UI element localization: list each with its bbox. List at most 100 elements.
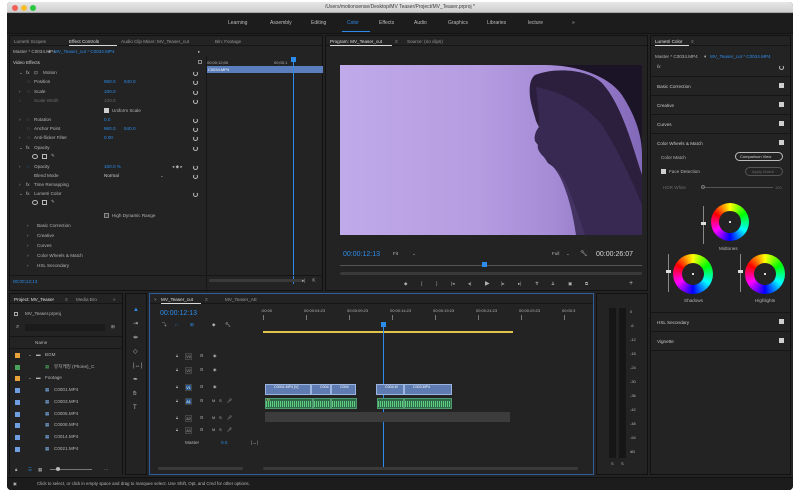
panel-menu-icon[interactable]: ≡: [691, 39, 694, 44]
clip-bar[interactable]: C0034.MP4: [206, 66, 323, 73]
audio-clip-muted[interactable]: [265, 412, 510, 422]
sequence-clip-label[interactable]: MV_Teaser_cut * C0034.MP4: [54, 49, 115, 54]
lock-icon[interactable]: 🔒︎: [176, 367, 178, 372]
track-target-toggle[interactable]: V3: [185, 353, 192, 360]
sync-lock-icon[interactable]: ⊟: [200, 415, 203, 420]
fx-icon[interactable]: fx: [26, 70, 30, 75]
position-x-value[interactable]: 960.0: [104, 79, 116, 84]
label-color-swatch[interactable]: [15, 353, 20, 358]
creative-checkbox[interactable]: [779, 102, 784, 107]
reset-lumetri-icon[interactable]: [779, 65, 784, 70]
video-clip[interactable]: C004.M: [376, 384, 404, 395]
mark-in-icon[interactable]: {: [421, 281, 423, 286]
microphone-icon[interactable]: 🎤︎: [227, 427, 232, 432]
lock-icon[interactable]: 🔒︎: [176, 415, 178, 420]
search-icon[interactable]: ⌕: [16, 324, 19, 331]
opacity-disclosure-icon[interactable]: ⌄: [19, 145, 23, 151]
marker-icon[interactable]: ◆: [404, 281, 408, 287]
program-zoom-bar[interactable]: [340, 272, 642, 275]
fx-toggle-icon[interactable]: fx: [657, 64, 661, 69]
nest-toggle-icon[interactable]: ⤵: [162, 322, 167, 328]
stopwatch-icon[interactable]: ◌: [27, 79, 30, 84]
label-color-swatch[interactable]: [15, 399, 20, 405]
mute-button[interactable]: M: [212, 427, 215, 432]
chevron-down-icon[interactable]: ▾: [704, 54, 706, 60]
label-color-swatch[interactable]: [15, 388, 20, 394]
comparison-view-button[interactable]: Comparison View: [735, 152, 783, 161]
section-expand-icon[interactable]: ›: [27, 243, 29, 248]
export-frame-icon[interactable]: ⇱: [312, 278, 316, 284]
audio-clip[interactable]: [404, 398, 452, 409]
solo-button[interactable]: S: [219, 427, 222, 432]
lock-icon[interactable]: 🔒︎: [15, 467, 17, 472]
lock-icon[interactable]: 🔒︎: [176, 398, 178, 403]
section-expand-icon[interactable]: ›: [27, 253, 29, 258]
lum-section-hsl-secondary[interactable]: HSL Secondary: [657, 320, 689, 325]
ellipse-mask-icon[interactable]: [32, 200, 38, 205]
close-icon[interactable]: ×: [154, 297, 157, 302]
fx-icon[interactable]: fx: [26, 145, 30, 150]
quality-select[interactable]: Full: [552, 251, 559, 256]
extract-icon[interactable]: ⇊: [551, 281, 555, 287]
lumetri-clip-label[interactable]: MV_Teaser_cut * C0034.MP4: [710, 54, 771, 59]
stopwatch-icon[interactable]: ◌: [27, 126, 30, 131]
solo-left-button[interactable]: S: [611, 461, 614, 466]
reset-antiflicker-icon[interactable]: [193, 136, 198, 141]
ec-section-curves[interactable]: Curves: [37, 243, 52, 248]
effect-controls-timecode[interactable]: 00;00;12;13: [13, 279, 37, 284]
panel-menu-icon[interactable]: ≡: [65, 297, 68, 302]
reset-rotation-icon[interactable]: [193, 118, 198, 123]
list-item[interactable]: ▦ C0005.MP4: [10, 410, 122, 420]
step-back-icon[interactable]: ◂|: [468, 281, 472, 287]
solo-button[interactable]: S: [219, 415, 222, 420]
audio-clip[interactable]: [265, 398, 313, 409]
reset-opacity-icon[interactable]: [193, 146, 198, 151]
hand-tool-icon[interactable]: ✋︎: [133, 391, 136, 397]
mute-button[interactable]: M: [212, 415, 215, 420]
lock-icon[interactable]: 🔒︎: [176, 353, 178, 358]
go-to-in-icon[interactable]: |◂: [451, 281, 455, 287]
chevron-down-icon[interactable]: ⌄: [412, 251, 416, 257]
scale-expand-icon[interactable]: ›: [19, 89, 21, 94]
ec-section-creative[interactable]: Creative: [37, 233, 54, 238]
sync-lock-icon[interactable]: ⊟: [200, 384, 203, 389]
track-select-tool-icon[interactable]: ⇥: [133, 321, 138, 327]
list-item[interactable]: ▦ 뮤지케잉 (Phone)_C: [10, 363, 122, 373]
pen-mask-icon[interactable]: ✎: [51, 199, 55, 205]
audio-clip[interactable]: [313, 398, 331, 409]
hsl-secondary-checkbox[interactable]: [779, 319, 784, 324]
reset-position-icon[interactable]: [193, 80, 198, 85]
face-detection-checkbox[interactable]: [661, 169, 666, 174]
chevron-down-icon[interactable]: ▾: [48, 49, 50, 55]
comparison-view-icon[interactable]: ⧉: [585, 281, 588, 286]
rotation-value[interactable]: 0.0: [104, 117, 110, 122]
tab-sequence-mv-teaser-cut[interactable]: MV_Teaser_cut: [161, 297, 193, 302]
export-frame-icon[interactable]: ▣: [568, 281, 572, 287]
apply-match-button[interactable]: Apply Match: [745, 167, 783, 176]
slip-tool-icon[interactable]: |↔|: [133, 363, 142, 369]
timeline-timecode[interactable]: 00:00:12:13: [160, 310, 197, 317]
basic-correction-checkbox[interactable]: [779, 83, 784, 88]
chevron-down-icon[interactable]: ⌄: [160, 173, 164, 179]
program-current-timecode[interactable]: 00:00:12:13: [343, 251, 380, 258]
lumetri-disclosure-icon[interactable]: ⌄: [19, 191, 23, 197]
new-bin-icon[interactable]: ⊞: [111, 324, 115, 330]
eye-icon[interactable]: ◉: [213, 384, 217, 389]
workspace-lecture[interactable]: lecture: [528, 20, 543, 26]
label-color-swatch[interactable]: [15, 423, 20, 429]
shadows-slider[interactable]: [668, 254, 669, 292]
play-icon[interactable]: ▶: [485, 280, 490, 287]
type-tool-icon[interactable]: T: [133, 405, 137, 411]
keyframe-nav-icon[interactable]: ◂ ◆ ▸: [172, 164, 183, 170]
disclosure-icon[interactable]: ⌄: [28, 352, 32, 358]
motion-transform-icon[interactable]: ⊡: [34, 70, 38, 76]
thumbnail-size-handle[interactable]: [56, 467, 60, 471]
list-item[interactable]: ▦ C0021.MP4: [10, 445, 122, 455]
workspace-graphics[interactable]: Graphics: [448, 20, 468, 26]
motion-disclosure-icon[interactable]: ⌄: [19, 70, 23, 76]
highlights-color-wheel[interactable]: [745, 254, 785, 294]
tab-lumetri-color[interactable]: Lumetri Color: [655, 39, 683, 44]
disclosure-icon[interactable]: ⌄: [28, 375, 32, 381]
search-input[interactable]: [25, 324, 105, 331]
tab-bin-footage[interactable]: Bin: Footage: [215, 39, 241, 44]
